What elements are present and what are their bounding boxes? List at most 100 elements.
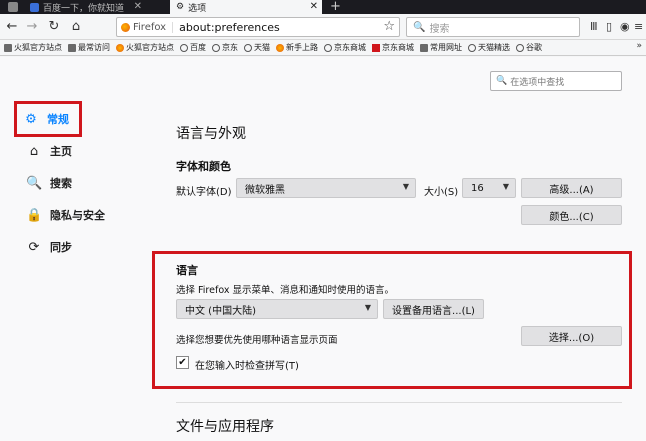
globe-icon [244, 43, 252, 52]
account-icon[interactable]: ◉ [620, 20, 630, 33]
font-size-label: 大小(S) [424, 187, 459, 198]
bookmark-star-icon[interactable]: ☆ [383, 19, 395, 34]
sync-icon: ⟳ [28, 239, 40, 255]
navigation-toolbar: ← → ↻ ⌂ Firefox about:preferences ☆ 🔍 搜索… [0, 14, 646, 40]
new-tab-icon[interactable]: + [330, 0, 341, 14]
bookmark-item[interactable]: 天猫 [244, 42, 270, 53]
category-sidebar: ⚙ 常规 ⌂ 主页 🔍 搜索 🔒 隐私与安全 ⟳ 同步 [14, 101, 124, 263]
gear-icon: ⚙ [25, 111, 37, 127]
sidebar-item-search[interactable]: 🔍 搜索 [14, 167, 124, 199]
close-icon[interactable]: ✕ [310, 1, 318, 12]
folder-icon [420, 43, 428, 52]
bookmark-label: 常用网址 [430, 43, 462, 52]
sidebar-item-general[interactable]: ⚙ 常规 [14, 101, 82, 137]
sidebar-item-sync[interactable]: ⟳ 同步 [14, 231, 124, 263]
sidebar-item-label: 搜索 [50, 177, 72, 190]
bookmark-item[interactable]: 谷歌 [516, 42, 542, 53]
jd-icon [372, 43, 380, 52]
bookmark-item[interactable]: 京东商城 [324, 42, 366, 53]
tab-baidu[interactable]: 百度一下，你就知道 ✕ [26, 0, 146, 14]
find-in-options-input[interactable]: 🔍 在选项中查找 [490, 71, 622, 91]
sidebar-item-label: 同步 [50, 241, 72, 254]
bookmark-label: 京东 [222, 43, 238, 52]
bookmark-item[interactable]: 最常访问 [68, 42, 110, 53]
sidebar-item-home[interactable]: ⌂ 主页 [14, 135, 124, 167]
next-section-title: 文件与应用程序 [176, 419, 274, 435]
sidebar-item-label: 常规 [47, 113, 69, 126]
bookmark-label: 火狐官方站点 [14, 43, 62, 52]
bookmark-item[interactable]: 京东 [212, 42, 238, 53]
language-description: 选择 Firefox 显示菜单、消息和通知时使用的语言。 [176, 285, 394, 296]
default-font-label: 默认字体(D) [176, 187, 232, 198]
search-icon: 🔍 [26, 175, 43, 191]
home-icon[interactable]: ⌂ [68, 18, 84, 36]
tab-title: 选项 [188, 3, 207, 14]
section-divider [176, 402, 622, 403]
search-bar[interactable]: 🔍 搜索 [406, 17, 580, 37]
chevron-down-icon: ▼ [364, 303, 371, 312]
back-icon[interactable]: ← [4, 18, 20, 36]
bookmark-item[interactable]: 百度 [180, 42, 206, 53]
bookmark-item[interactable]: 新手上路 [276, 42, 318, 53]
advanced-fonts-button[interactable]: 高级...(A) [521, 178, 622, 198]
tab-title: 百度一下，你就知道 [43, 3, 125, 14]
menu-icon[interactable]: ≡ [634, 20, 643, 33]
bookmark-label: 天猫 [254, 43, 270, 52]
set-alternatives-button[interactable]: 设置备用语言...(L) [383, 299, 484, 319]
bookmark-item[interactable]: 火狐官方站点 [116, 42, 174, 53]
globe-icon [468, 43, 476, 52]
chevron-down-icon: ▼ [402, 182, 409, 191]
chevron-right-icon[interactable]: » [636, 41, 642, 51]
spellcheck-label: 在您输入时检查拼写(T) [195, 361, 299, 372]
default-font-value: 微软雅黑 [245, 184, 285, 196]
chevron-down-icon: ▼ [502, 182, 509, 191]
tab-list-icon[interactable] [8, 2, 18, 12]
font-size-value: 16 [471, 182, 484, 194]
forward-icon[interactable]: → [24, 18, 40, 36]
bookmark-label: 谷歌 [526, 43, 542, 52]
url-bar[interactable]: Firefox about:preferences ☆ [116, 17, 400, 37]
identity-label: Firefox [133, 21, 167, 33]
firefox-icon [116, 43, 124, 52]
search-icon: 🔍 [413, 21, 426, 33]
url-text[interactable]: about:preferences [179, 21, 280, 34]
ui-language-select[interactable]: 中文 (中国大陆) ▼ [176, 299, 378, 319]
bookmark-item[interactable]: 天猫精选 [468, 42, 510, 53]
globe-icon [324, 43, 332, 52]
bookmarks-toolbar: 火狐官方站点 最常访问 火狐官方站点 百度 京东 天猫 新手上路 京东商城 京东… [0, 40, 646, 56]
tab-preferences[interactable]: ⚙ 选项 ✕ [170, 0, 322, 14]
search-icon: 🔍 [496, 76, 508, 86]
ui-language-value: 中文 (中国大陆) [185, 305, 256, 317]
bookmark-item[interactable]: 火狐官方站点 [4, 42, 62, 53]
find-placeholder: 在选项中查找 [510, 77, 565, 88]
globe-icon [212, 43, 220, 52]
bookmark-item[interactable]: 常用网址 [420, 42, 462, 53]
firefox-icon [276, 43, 284, 52]
close-icon[interactable]: ✕ [134, 1, 142, 12]
choose-languages-button[interactable]: 选择...(O) [521, 326, 622, 346]
library-icon[interactable]: Ⅲ [590, 20, 598, 33]
reload-icon[interactable]: ↻ [46, 18, 62, 36]
globe-icon [516, 43, 524, 52]
sidebar-item-privacy[interactable]: 🔒 隐私与安全 [14, 199, 124, 231]
section-title: 语言与外观 [176, 126, 246, 142]
folder-icon [4, 43, 12, 52]
spellcheck-checkbox[interactable]: ✔ [176, 356, 189, 369]
globe-icon [180, 43, 188, 52]
language-heading: 语言 [176, 264, 198, 277]
bookmark-label: 百度 [190, 43, 206, 52]
firefox-icon [121, 22, 130, 32]
bookmark-label: 京东商城 [334, 43, 366, 52]
tab-strip: 百度一下，你就知道 ✕ ⚙ 选项 ✕ + [0, 0, 646, 14]
bookmark-item[interactable]: 京东商城 [372, 42, 414, 53]
lock-icon: 🔒 [26, 207, 43, 223]
sidebar-icon[interactable]: ▯ [606, 20, 612, 33]
folder-icon [68, 43, 76, 52]
font-size-select[interactable]: 16 ▼ [462, 178, 516, 198]
sidebar-item-label: 主页 [50, 145, 72, 158]
identity-box[interactable]: Firefox [121, 21, 174, 33]
default-font-select[interactable]: 微软雅黑 ▼ [236, 178, 416, 198]
page-language-label: 选择您想要优先使用哪种语言显示页面 [176, 335, 338, 346]
search-placeholder: 搜索 [429, 23, 450, 35]
colors-button[interactable]: 颜色...(C) [521, 205, 622, 225]
